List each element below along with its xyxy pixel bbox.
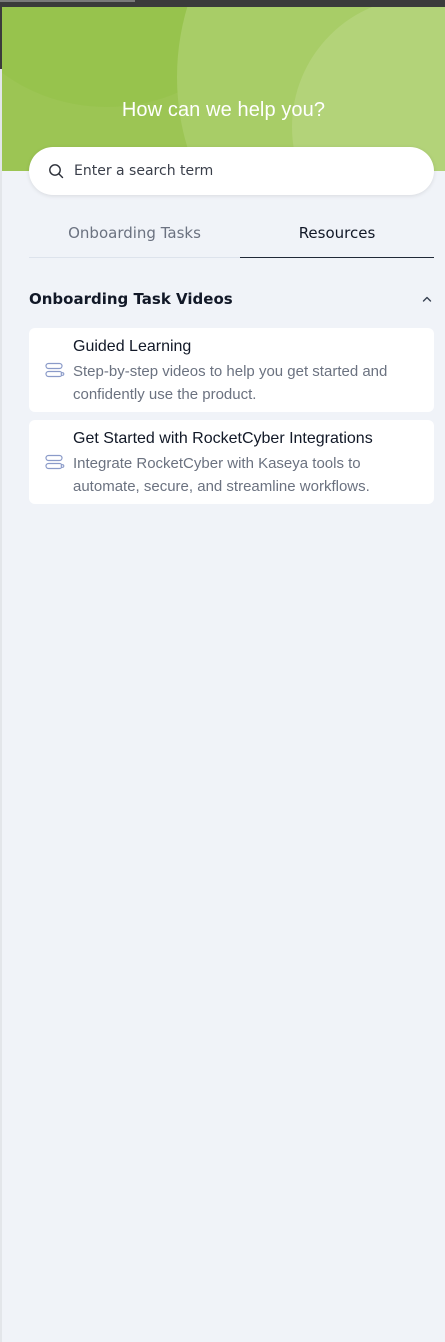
window-top-strip: [0, 0, 445, 7]
card-title: Get Started with RocketCyber Integration…: [73, 430, 373, 447]
search-bar[interactable]: [29, 147, 434, 195]
chevron-up-icon[interactable]: [420, 292, 434, 306]
card-title: Guided Learning: [73, 338, 192, 355]
tab-onboarding-tasks[interactable]: Onboarding Tasks: [29, 209, 240, 258]
section-header[interactable]: Onboarding Task Videos: [29, 288, 434, 312]
card-description: Step-by-step videos to help you get star…: [73, 363, 388, 403]
search-icon: [48, 163, 64, 179]
tab-bar: Onboarding Tasks Resources: [29, 209, 434, 258]
hero-title: How can we help you?: [121, 99, 326, 121]
resource-card-rocketcyber-integrations[interactable]: Get Started with RocketCyber Integration…: [29, 420, 434, 504]
card-description: Integrate RocketCyber with Kaseya tools …: [73, 455, 370, 495]
search-input[interactable]: [74, 157, 414, 185]
section-title: Onboarding Task Videos: [29, 290, 233, 308]
resource-card-guided-learning[interactable]: Guided Learning Step-by-step videos to h…: [29, 328, 434, 412]
route-icon: [45, 362, 65, 378]
route-icon: [45, 454, 65, 470]
tab-resources[interactable]: Resources: [240, 209, 434, 258]
window-tab-edge: [0, 0, 135, 2]
help-panel: How can we help you? Onboarding Tasks Re…: [2, 7, 445, 1342]
